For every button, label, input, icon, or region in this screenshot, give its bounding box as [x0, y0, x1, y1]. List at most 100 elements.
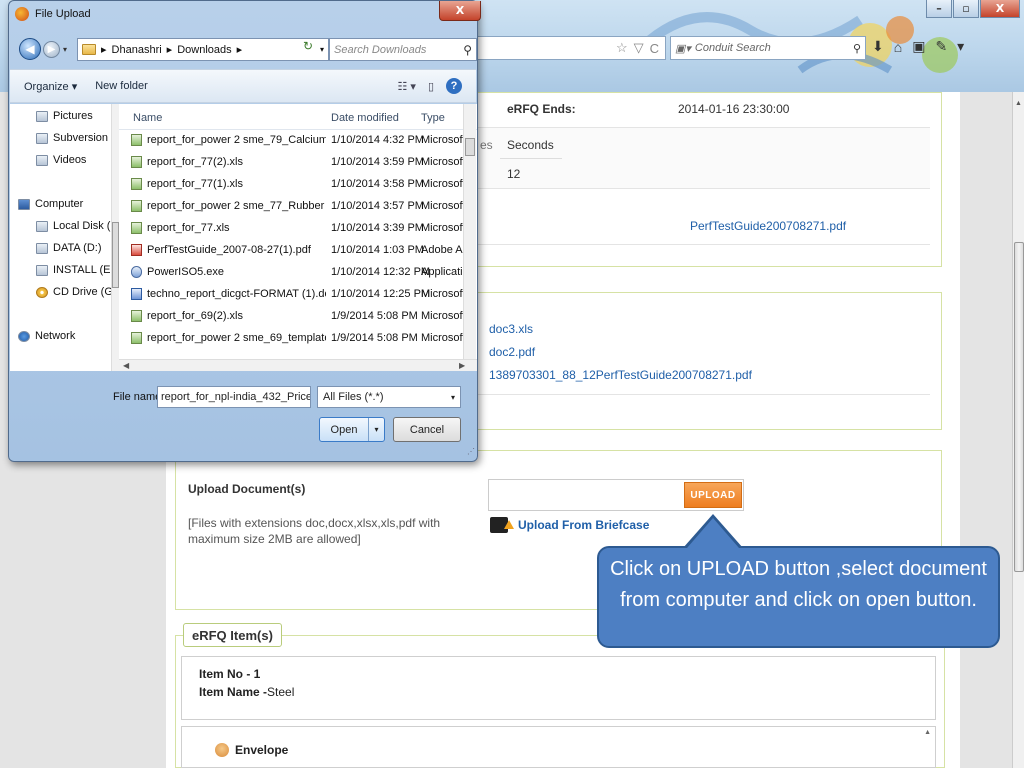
- chevron-down-icon[interactable]: ▾: [451, 393, 455, 402]
- reload-icon[interactable]: C: [650, 41, 659, 56]
- scroll-right-icon[interactable]: ▶: [459, 361, 465, 370]
- column-name[interactable]: Name: [133, 112, 162, 124]
- pictures-icon: [36, 110, 48, 122]
- resize-grip-icon[interactable]: ⋰: [467, 447, 475, 456]
- open-dropdown-icon[interactable]: ▾: [368, 418, 384, 441]
- search-icon[interactable]: ⚲: [463, 43, 472, 57]
- excel-file-icon: [131, 332, 142, 344]
- new-folder-button[interactable]: New folder: [95, 80, 148, 92]
- address-dropdown-icon[interactable]: ▾: [320, 45, 324, 54]
- nav-label: Subversion: [53, 132, 109, 144]
- breadcrumb-separator[interactable]: ▸: [101, 43, 107, 56]
- nav-item-computer[interactable]: Computer: [18, 198, 83, 210]
- back-button[interactable]: ◀: [19, 38, 41, 60]
- file-list-vertical-scrollbar[interactable]: [463, 104, 476, 360]
- seconds-label: Seconds: [507, 138, 554, 152]
- nav-label: DATA (D:): [53, 242, 102, 254]
- url-bar-end[interactable]: ☆ ▽ C: [478, 36, 666, 60]
- maximize-button[interactable]: ▫: [953, 0, 979, 18]
- home-icon[interactable]: ⌂: [894, 39, 902, 55]
- file-row[interactable]: report_for_77(1).xls 1/10/2014 3:58 PM Mic…: [119, 174, 469, 196]
- addon-icon[interactable]: ▣: [912, 38, 925, 55]
- file-row[interactable]: report_for_power 2 sme_77_Rubber Com... 1…: [119, 196, 469, 218]
- breadcrumb-separator[interactable]: ▸: [167, 43, 173, 56]
- divider: [478, 244, 930, 245]
- callout-pointer-fill: [687, 518, 739, 548]
- file-date: 1/9/2014 5:08 PM: [331, 310, 418, 322]
- upload-button[interactable]: UPLOAD: [684, 482, 742, 508]
- doc-link[interactable]: doc2.pdf: [489, 345, 535, 359]
- file-row[interactable]: report_for_77(2).xls 1/10/2014 3:59 PM Mic…: [119, 152, 469, 174]
- recent-pages-dropdown-icon[interactable]: ▾: [63, 45, 67, 54]
- search-icon[interactable]: ⚲: [853, 42, 861, 55]
- scroll-up-icon[interactable]: ▲: [1015, 100, 1022, 107]
- nav-item-videos[interactable]: Videos: [36, 154, 86, 166]
- close-window-button[interactable]: X: [980, 0, 1020, 18]
- excel-file-icon: [131, 310, 142, 322]
- history-dropdown-icon[interactable]: ▽: [634, 40, 644, 56]
- perf-test-guide-link[interactable]: PerfTestGuide200708271.pdf: [690, 219, 846, 233]
- nav-pane-scrollbar[interactable]: [111, 104, 119, 371]
- nav-item-local-disk[interactable]: Local Disk (C:: [36, 220, 121, 232]
- doc-link[interactable]: 1389703301_88_12PerfTestGuide200708271.p…: [489, 368, 752, 382]
- envelope-row[interactable]: Envelope: [215, 743, 288, 757]
- breadcrumb-separator[interactable]: ▸: [237, 43, 243, 56]
- column-type[interactable]: Type: [421, 112, 445, 124]
- open-button[interactable]: Open ▾: [319, 417, 385, 442]
- scrollbar-thumb[interactable]: [1014, 242, 1024, 572]
- file-row[interactable]: PerfTestGuide_2007-08-27(1).pdf 1/10/2014…: [119, 240, 469, 262]
- view-options-icon[interactable]: ☷ ▾: [397, 80, 415, 93]
- organize-menu[interactable]: Organize ▾: [24, 80, 77, 93]
- item-name-label: Item Name -: [199, 685, 268, 699]
- preview-pane-icon[interactable]: ▯: [428, 80, 434, 93]
- search-engine-icon[interactable]: ▣▾: [675, 42, 691, 55]
- excel-file-icon: [131, 222, 142, 234]
- breadcrumb-item[interactable]: Dhanashri: [112, 44, 162, 56]
- file-date: 1/10/2014 3:57 PM: [331, 200, 424, 212]
- nav-item-network[interactable]: Network: [18, 330, 75, 342]
- conduit-search-input[interactable]: ▣▾ Conduit Search ⚲: [670, 36, 866, 60]
- seconds-value: 12: [507, 167, 521, 181]
- nav-item-cd-drive[interactable]: CD Drive (G:): [36, 286, 120, 298]
- forward-button[interactable]: ▶: [43, 41, 60, 58]
- page-scrollbar[interactable]: ▲: [1012, 92, 1024, 768]
- scrollbar-thumb[interactable]: [112, 222, 119, 288]
- scroll-left-icon[interactable]: ◀: [123, 361, 129, 370]
- file-row[interactable]: PowerISO5.exe 1/10/2014 12:32 PM Applicati…: [119, 262, 469, 284]
- doc-link[interactable]: doc3.xls: [489, 322, 533, 336]
- minimize-button[interactable]: –: [926, 0, 952, 18]
- file-name-input[interactable]: report_for_npl-india_432_Price bid ▾: [157, 386, 311, 408]
- search-downloads-input[interactable]: Search Downloads ⚲: [329, 38, 477, 61]
- nav-item-install-drive[interactable]: INSTALL (E:): [36, 264, 117, 276]
- breadcrumb-item[interactable]: Downloads: [177, 44, 231, 56]
- drive-icon: [36, 220, 48, 232]
- nav-item-pictures[interactable]: Pictures: [36, 110, 93, 122]
- file-list-horizontal-scrollbar[interactable]: ◀ ▶: [119, 359, 477, 371]
- bookmark-star-icon[interactable]: ☆: [616, 40, 628, 56]
- help-icon[interactable]: ?: [446, 78, 462, 94]
- file-row[interactable]: report_for_77.xls 1/10/2014 3:39 PM Micros…: [119, 218, 469, 240]
- refresh-icon[interactable]: ↻: [303, 39, 313, 53]
- address-breadcrumb[interactable]: ▸ Dhanashri ▸ Downloads ▸ ▾: [77, 38, 329, 61]
- file-row[interactable]: report_for_power 2 sme_79_Calcium Stea..…: [119, 130, 469, 152]
- nav-item-data-drive[interactable]: DATA (D:): [36, 242, 101, 254]
- file-type: Microsoft: [421, 222, 465, 234]
- file-type-select[interactable]: All Files (*.*) ▾: [317, 386, 461, 408]
- upload-documents-label: Upload Document(s): [188, 482, 306, 496]
- scrollbar-thumb[interactable]: [465, 138, 475, 156]
- column-date-modified[interactable]: Date modified: [331, 112, 399, 124]
- extension-icon[interactable]: ✎: [935, 38, 947, 55]
- nav-label: Videos: [53, 154, 87, 166]
- file-row[interactable]: report_for_69(2).xls 1/9/2014 5:08 PM Micr…: [119, 306, 469, 328]
- cancel-button[interactable]: Cancel: [393, 417, 461, 442]
- file-type: Microsoft: [421, 134, 465, 146]
- dialog-close-button[interactable]: X: [439, 1, 481, 21]
- file-row[interactable]: techno_report_dicgct-FORMAT (1).doc 1/10/…: [119, 284, 469, 306]
- file-row[interactable]: report_for_power 2 sme_69_template1(1)..…: [119, 328, 469, 350]
- upload-from-briefcase-link[interactable]: Upload From Briefcase: [490, 517, 649, 533]
- nav-item-subversion[interactable]: Subversion: [36, 132, 108, 144]
- scroll-up-icon[interactable]: ▲: [924, 729, 931, 736]
- file-type: Microsoft: [421, 156, 465, 168]
- download-icon[interactable]: ⬇: [872, 38, 884, 55]
- menu-icon[interactable]: ▾: [957, 38, 964, 55]
